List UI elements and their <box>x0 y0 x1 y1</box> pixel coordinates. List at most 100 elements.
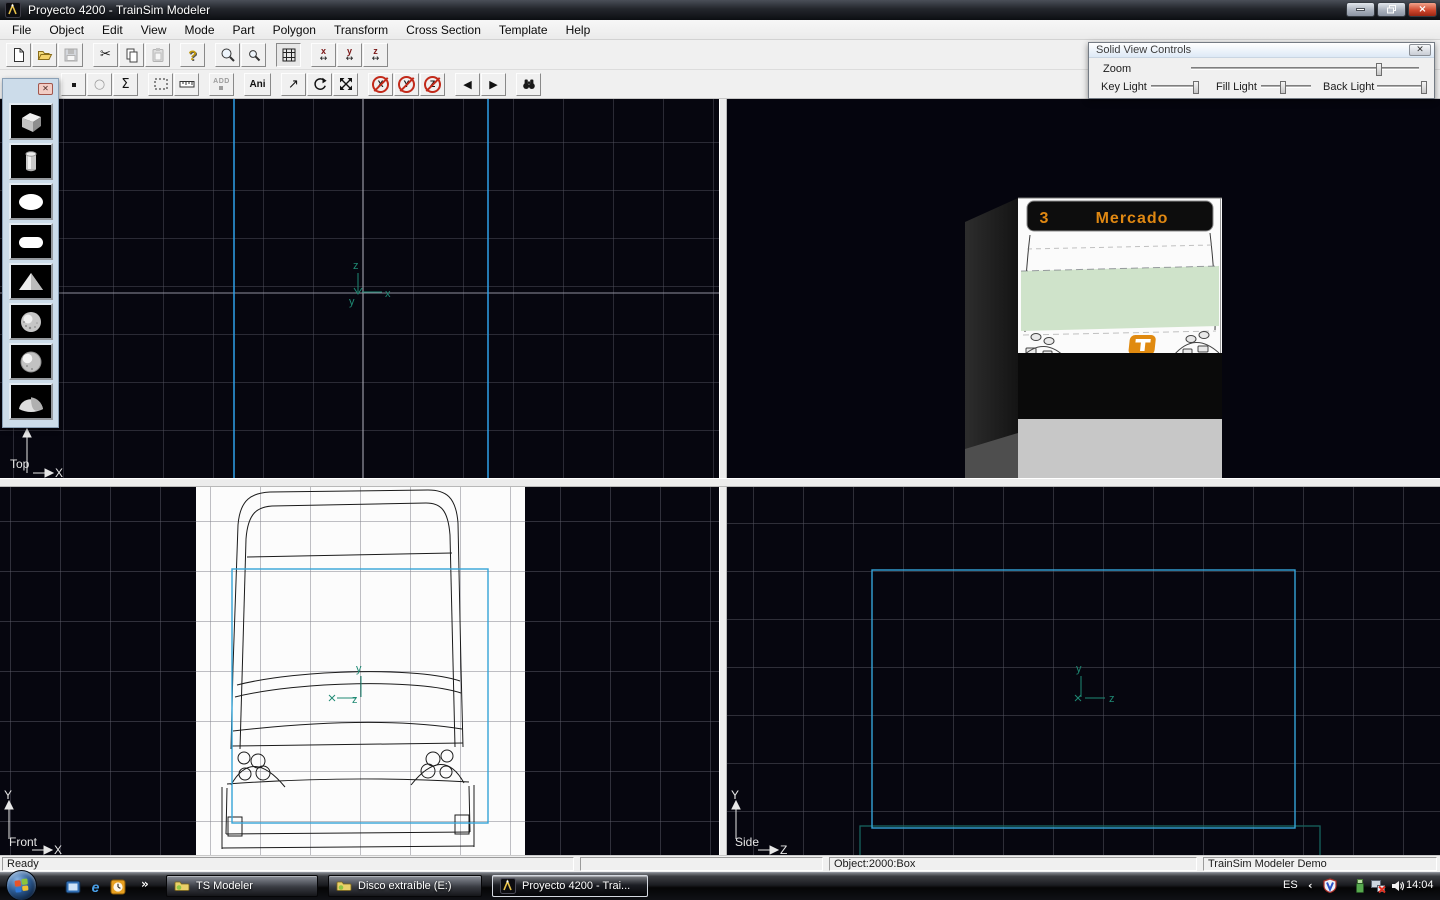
start-button[interactable] <box>6 870 37 900</box>
lock-x-button[interactable]: X <box>368 73 393 96</box>
quick-launch-media-clock[interactable] <box>109 878 126 895</box>
zoom-out-button[interactable] <box>241 43 266 67</box>
select-box-button[interactable] <box>148 73 173 96</box>
solid-view-controls-titlebar[interactable]: Solid View Controls ✕ <box>1089 43 1434 58</box>
status-edition: TrainSim Modeler Demo <box>1203 857 1437 871</box>
copy-icon <box>124 47 140 63</box>
shape-cylinder-button[interactable] <box>9 143 53 180</box>
open-button[interactable] <box>32 43 57 67</box>
taskbar-button-removable-disk[interactable]: Disco extraíble (E:) <box>328 875 482 897</box>
tray-language-indicator[interactable]: ES <box>1283 879 1298 891</box>
lock-z-button[interactable]: Z <box>420 73 445 96</box>
fill-light-thumb[interactable] <box>1280 81 1286 94</box>
menu-cross-section[interactable]: Cross Section <box>397 21 490 39</box>
move-button[interactable]: ↗ <box>281 73 306 96</box>
shape-sphere-textured-button[interactable] <box>9 303 53 340</box>
sum-button[interactable]: Σ <box>113 73 138 96</box>
solid-view-controls-title: Solid View Controls <box>1096 44 1191 56</box>
ruler-icon <box>179 76 195 92</box>
menu-file[interactable]: File <box>3 21 40 39</box>
zoom-slider-label: Zoom <box>1103 63 1131 75</box>
viewport-splitter-horizontal[interactable] <box>0 478 1440 487</box>
circle-tool-button[interactable]: ○ <box>87 73 112 96</box>
menu-part[interactable]: Part <box>224 21 264 39</box>
animation-button[interactable]: Ani <box>244 73 271 96</box>
network-disconnected-icon[interactable] <box>1370 878 1386 894</box>
toggle-grid-button[interactable] <box>276 43 301 67</box>
mirror-z-button[interactable]: z↔ <box>363 43 388 67</box>
viewport-front[interactable]: y z Y Front X <box>0 487 719 855</box>
mirror-arrow-icon: ↔ <box>320 55 328 63</box>
shape-cone-button[interactable] <box>9 263 53 300</box>
minimize-button[interactable] <box>1346 2 1375 17</box>
gizmo-z-label: z <box>352 694 358 706</box>
tray-clock[interactable]: 14:04 <box>1406 879 1434 891</box>
key-light-slider[interactable] <box>1151 85 1197 88</box>
menu-template[interactable]: Template <box>490 21 557 39</box>
copy-button[interactable] <box>119 43 144 67</box>
paste-button[interactable] <box>145 43 170 67</box>
close-icon[interactable]: ✕ <box>1409 44 1431 56</box>
find-button[interactable] <box>516 73 541 96</box>
zoom-slider[interactable] <box>1191 67 1419 70</box>
back-light-label: Back Light <box>1323 81 1374 93</box>
measure-button[interactable] <box>174 73 199 96</box>
volume-icon[interactable] <box>1390 878 1406 894</box>
previous-button[interactable]: ◀ <box>455 73 480 96</box>
back-light-thumb[interactable] <box>1421 81 1427 94</box>
lock-y-button[interactable]: Y <box>394 73 419 96</box>
vertex-button[interactable] <box>61 73 86 96</box>
close-button[interactable]: × <box>1408 2 1437 17</box>
antivirus-shield-icon[interactable] <box>1322 878 1338 894</box>
viewport-top-x-axis: X <box>55 466 63 478</box>
minimize-icon <box>1356 8 1365 11</box>
menu-object[interactable]: Object <box>40 21 93 39</box>
zoom-slider-thumb[interactable] <box>1376 63 1382 76</box>
taskbar-button-label: Disco extraíble (E:) <box>358 880 452 892</box>
viewport-side[interactable]: y z Y Side Z <box>727 487 1440 855</box>
shape-ellipse-button[interactable] <box>9 183 53 220</box>
zoom-in-button[interactable] <box>215 43 240 67</box>
taskbar-button-proyecto-4200[interactable]: Proyecto 4200 - Trai... <box>492 875 648 897</box>
menu-view[interactable]: View <box>132 21 176 39</box>
add-point-button[interactable]: ADD <box>209 73 234 96</box>
windshield-band <box>1021 266 1219 331</box>
scale-button[interactable] <box>333 73 358 96</box>
menu-edit[interactable]: Edit <box>93 21 132 39</box>
shape-box-button[interactable] <box>9 103 53 140</box>
menu-transform[interactable]: Transform <box>325 21 397 39</box>
viewport-splitter-vertical[interactable] <box>719 99 727 855</box>
usb-device-icon[interactable] <box>1352 878 1368 894</box>
gizmo-z-label: z <box>1109 693 1115 705</box>
key-light-thumb[interactable] <box>1193 81 1199 94</box>
shape-capsule-button[interactable] <box>9 223 53 260</box>
mirror-x-button[interactable]: x↔ <box>311 43 336 67</box>
new-button[interactable] <box>6 43 31 67</box>
taskbar-button-ts-modeler[interactable]: TS Modeler <box>166 875 318 897</box>
restore-button[interactable] <box>1377 2 1406 17</box>
tray-expand-chevron[interactable]: ‹ <box>1308 879 1313 892</box>
save-button[interactable] <box>58 43 83 67</box>
axis-lock-icon: Y <box>397 75 416 94</box>
back-light-slider[interactable] <box>1377 85 1425 88</box>
viewport-solid-3d[interactable]: 3 Mercado <box>727 99 1440 478</box>
cut-button[interactable]: ✂ <box>93 43 118 67</box>
menu-help[interactable]: Help <box>557 21 600 39</box>
quick-launch-show-desktop[interactable] <box>64 878 81 895</box>
mirror-y-button[interactable]: y↔ <box>337 43 362 67</box>
menu-polygon[interactable]: Polygon <box>264 21 325 39</box>
status-cell-empty <box>580 857 823 871</box>
title-bar[interactable]: Proyecto 4200 - TrainSim Modeler × <box>0 0 1440 20</box>
fill-light-slider[interactable] <box>1261 85 1311 88</box>
next-button[interactable]: ▶ <box>481 73 506 96</box>
help-button[interactable]: ? <box>180 43 205 67</box>
close-icon[interactable]: ✕ <box>38 83 53 95</box>
rotate-button[interactable] <box>307 73 332 96</box>
shape-dome-button[interactable] <box>9 383 53 420</box>
menu-mode[interactable]: Mode <box>176 21 224 39</box>
shape-sphere-button[interactable] <box>9 343 53 380</box>
viewport-top[interactable]: z y x Top X <box>0 99 719 478</box>
quick-launch-overflow-chevron[interactable]: » <box>141 877 149 891</box>
quick-launch-internet-explorer[interactable]: e <box>87 878 104 895</box>
status-object-info: Object:2000:Box <box>829 857 1197 871</box>
